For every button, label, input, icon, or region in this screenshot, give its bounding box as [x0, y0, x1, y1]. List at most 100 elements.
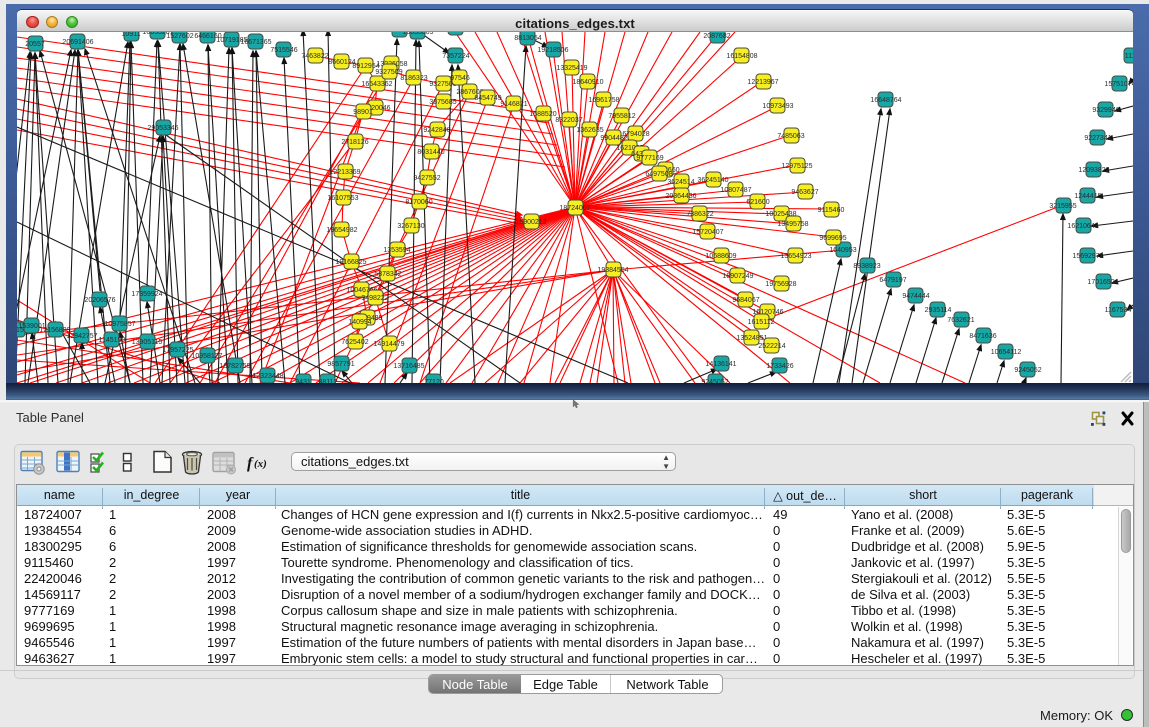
- svg-text:12093822: 12093822: [1078, 167, 1109, 174]
- svg-text:9777169: 9777169: [636, 155, 663, 162]
- svg-text:19166825: 19166825: [335, 259, 366, 266]
- svg-text:1112: 1112: [1125, 53, 1133, 60]
- svg-text:16154808: 16154808: [726, 53, 757, 60]
- svg-text:16671365: 16671365: [240, 39, 271, 46]
- svg-text:15751074: 15751074: [1104, 81, 1133, 88]
- svg-text:8186323: 8186323: [400, 75, 427, 82]
- svg-text:12975125: 12975125: [781, 163, 812, 170]
- svg-text:12213369: 12213369: [329, 169, 360, 176]
- svg-text:9329946: 9329946: [1092, 107, 1119, 114]
- svg-text:6497508: 6497508: [645, 171, 672, 178]
- svg-text:6479197: 6479197: [879, 277, 906, 284]
- svg-text:1353594: 1353594: [383, 247, 410, 254]
- svg-text:8170060: 8170060: [405, 199, 432, 206]
- svg-text:(x): (x): [254, 458, 267, 470]
- svg-text:7515546: 7515546: [270, 47, 297, 54]
- svg-text:20691406: 20691406: [62, 39, 93, 46]
- svg-text:17359924: 17359924: [131, 291, 162, 298]
- svg-text:10688609: 10688609: [705, 253, 736, 260]
- svg-text:12323448: 12323448: [252, 373, 283, 380]
- svg-text:17016504: 17016504: [1087, 279, 1118, 286]
- svg-text:9857791: 9857791: [327, 361, 354, 368]
- svg-text:8454749: 8454749: [474, 95, 501, 102]
- svg-text:20557: 20557: [25, 41, 45, 48]
- svg-text:9245052: 9245052: [1014, 367, 1041, 374]
- svg-text:16210643: 16210643: [1067, 223, 1098, 230]
- svg-text:621600: 621600: [746, 199, 769, 206]
- svg-text:8471636: 8471636: [969, 333, 996, 340]
- svg-text:10958127: 10958127: [191, 353, 222, 360]
- svg-text:15900213: 15900213: [515, 219, 546, 226]
- svg-text:98901: 98901: [353, 109, 373, 116]
- svg-text:14914479: 14914479: [373, 341, 404, 348]
- svg-text:20364436: 20364436: [665, 193, 696, 200]
- svg-text:19218506: 19218506: [537, 47, 568, 54]
- svg-text:10911: 10911: [122, 32, 141, 38]
- svg-text:16543362: 16543362: [361, 81, 392, 88]
- svg-text:36245140: 36245140: [697, 177, 728, 184]
- svg-text:13495758: 13495758: [777, 221, 808, 228]
- svg-text:16648764: 16648764: [870, 97, 901, 104]
- svg-text:1167534: 1167534: [1105, 307, 1132, 314]
- svg-text:9146821: 9146821: [500, 101, 527, 108]
- svg-text:10973493: 10973493: [762, 103, 793, 110]
- svg-text:9684067: 9684067: [732, 297, 759, 304]
- svg-text:13654923: 13654923: [780, 253, 811, 260]
- svg-text:77120: 77120: [424, 379, 444, 383]
- svg-text:18907249: 18907249: [722, 273, 753, 280]
- svg-text:3624514: 3624514: [667, 179, 694, 186]
- svg-text:2087682: 2087682: [703, 33, 730, 40]
- svg-text:2522214: 2522214: [758, 343, 785, 350]
- svg-text:7386322: 7386322: [686, 211, 713, 218]
- svg-text:9115460: 9115460: [818, 207, 845, 214]
- svg-text:9431: 9431: [295, 379, 311, 383]
- svg-text:8322037: 8322037: [555, 117, 582, 124]
- svg-text:7955812: 7955812: [608, 113, 635, 120]
- svg-text:16033809: 16033809: [402, 32, 433, 36]
- svg-text:7632621: 7632621: [947, 317, 974, 324]
- svg-text:1145190: 1145190: [99, 337, 126, 344]
- svg-text:18640910: 18640910: [572, 79, 603, 86]
- svg-text:9227341: 9227341: [1084, 135, 1111, 142]
- svg-text:f: f: [247, 455, 254, 472]
- svg-text:12942757: 12942757: [66, 333, 97, 340]
- svg-text:3875685: 3875685: [429, 99, 456, 106]
- svg-text:1588520: 1588520: [529, 111, 556, 118]
- svg-text:97546: 97546: [450, 75, 470, 82]
- svg-text:15692971: 15692971: [1072, 253, 1103, 260]
- svg-text:88112: 88112: [319, 379, 338, 383]
- svg-text:19654982: 19654982: [326, 227, 357, 234]
- svg-text:17957225: 17957225: [162, 347, 193, 354]
- svg-text:3498222: 3498222: [361, 295, 388, 302]
- svg-text:7625402: 7625402: [341, 339, 368, 346]
- svg-text:7485063: 7485063: [777, 133, 804, 140]
- svg-text:16961758: 16961758: [588, 97, 619, 104]
- svg-text:20206576: 20206576: [84, 297, 115, 304]
- svg-text:9699695: 9699695: [819, 235, 846, 242]
- svg-text:19384554: 19384554: [597, 267, 628, 274]
- svg-text:9463627: 9463627: [791, 189, 818, 196]
- svg-text:5878342: 5878342: [374, 271, 401, 278]
- svg-text:9242848: 9242848: [423, 127, 450, 134]
- svg-text:13716485: 13716485: [393, 363, 424, 370]
- svg-text:1733426: 1733426: [766, 363, 793, 370]
- svg-text:1527602: 1527602: [166, 33, 193, 40]
- svg-text:13905115: 13905115: [132, 339, 163, 346]
- svg-text:10654112: 10654112: [991, 349, 1022, 356]
- svg-text:13524851: 13524851: [736, 335, 767, 342]
- svg-text:8813054: 8813054: [514, 35, 541, 42]
- svg-text:8031440: 8031440: [417, 149, 444, 156]
- svg-text:9327509: 9327509: [375, 69, 402, 76]
- svg-text:2718126: 2718126: [341, 139, 368, 146]
- svg-text:1615112: 1615112: [748, 319, 775, 326]
- svg-text:1362635: 1362635: [576, 127, 603, 134]
- svg-text:6794028: 6794028: [622, 131, 649, 138]
- svg-text:9427552: 9427552: [413, 175, 440, 182]
- svg-text:7357224: 7357224: [442, 53, 469, 60]
- svg-text:15720407: 15720407: [692, 229, 723, 236]
- svg-text:19756928: 19756928: [765, 281, 796, 288]
- svg-text:8938923: 8938923: [853, 263, 880, 270]
- svg-text:14136141: 14136141: [705, 361, 736, 368]
- svg-text:9245052: 9245052: [701, 379, 728, 383]
- svg-text:2935114: 2935114: [925, 307, 952, 314]
